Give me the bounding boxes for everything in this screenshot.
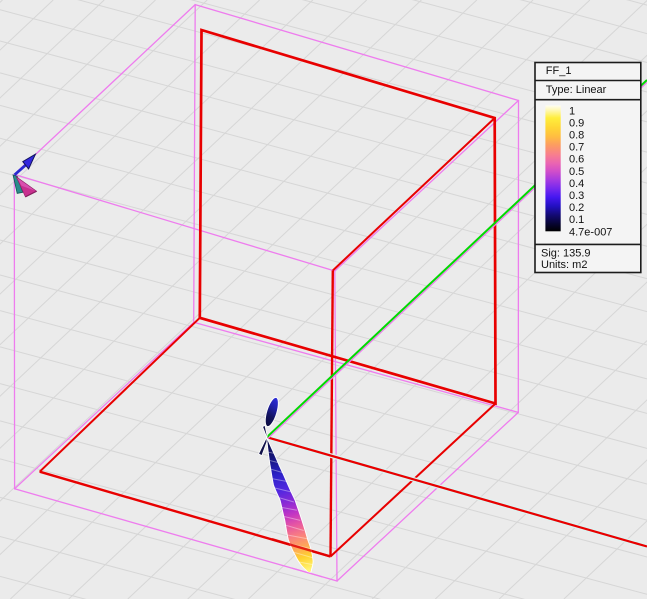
svg-text:Sig: 135.9: Sig: 135.9 — [541, 248, 591, 260]
svg-text:FF_1: FF_1 — [546, 65, 572, 77]
svg-text:0.2: 0.2 — [569, 202, 584, 214]
svg-text:0.5: 0.5 — [569, 166, 584, 178]
svg-text:Type: Linear: Type: Linear — [546, 84, 607, 96]
svg-text:1: 1 — [569, 105, 575, 117]
svg-text:0.1: 0.1 — [569, 214, 584, 226]
svg-text:0.3: 0.3 — [569, 190, 584, 202]
svg-text:4.7e-007: 4.7e-007 — [569, 226, 612, 238]
svg-text:0.7: 0.7 — [569, 142, 584, 154]
svg-text:0.4: 0.4 — [569, 178, 584, 190]
svg-text:0.9: 0.9 — [569, 117, 584, 129]
svg-text:0.8: 0.8 — [569, 130, 584, 142]
svg-text:0.6: 0.6 — [569, 154, 584, 166]
svg-text:Units: m2: Units: m2 — [541, 259, 587, 271]
